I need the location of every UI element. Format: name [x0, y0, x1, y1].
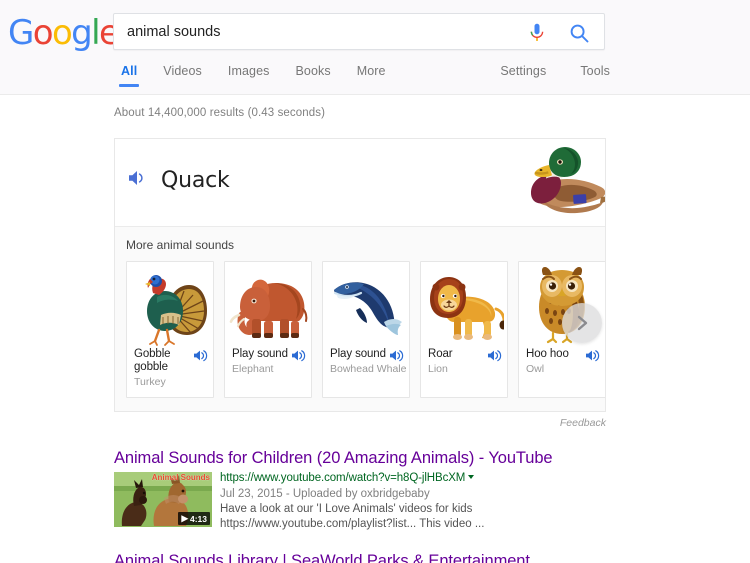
result-date-line: Jul 23, 2015 - Uploaded by oxbridgebaby	[220, 488, 430, 500]
thumbnail-title-overlay: Animal Sounds	[151, 473, 210, 482]
animal-card-body: Gobble gobble Turkey	[127, 348, 213, 388]
mallard-duck-illustration	[519, 143, 605, 232]
animal-card-body: Hoo hoo Owl	[519, 348, 605, 375]
result-url-row: https://www.youtube.com/watch?v=h8Q-jlHB…	[220, 471, 614, 486]
animal-carousel[interactable]: Gobble gobble Turkey Play sound Elephant…	[115, 261, 605, 411]
speaker-icon[interactable]	[127, 168, 149, 193]
nav-tabs: All Videos Images Books More	[118, 60, 412, 87]
tab-videos[interactable]: Videos	[163, 60, 202, 87]
search-result-1: Animal Sounds for Children (20 Amazing A…	[114, 448, 614, 532]
lion-illustration	[421, 262, 507, 348]
turkey-illustration	[127, 262, 213, 348]
animal-card-elephant[interactable]: Play sound Elephant	[224, 261, 312, 398]
nav-right-group: Settings Tools	[466, 60, 610, 87]
tab-more[interactable]: More	[357, 60, 386, 87]
result-title[interactable]: Animal Sounds for Children (20 Amazing A…	[114, 448, 614, 468]
page-header: Google All Videos Images Books More	[0, 0, 750, 95]
speaker-icon[interactable]	[291, 349, 306, 367]
speaker-icon[interactable]	[585, 349, 600, 367]
chevron-down-icon[interactable]	[468, 475, 475, 479]
google-logo[interactable]: Google	[8, 13, 120, 53]
results-stats: About 14,400,000 results (0.43 seconds)	[114, 107, 326, 119]
search-result-2: Animal Sounds Library | SeaWorld Parks &…	[114, 551, 614, 563]
tools-button[interactable]: Tools	[580, 60, 610, 87]
result-snippet: Have a look at our 'I Love Animals' vide…	[220, 503, 485, 530]
settings-button[interactable]: Settings	[500, 60, 546, 87]
logo-letter-o2: o	[51, 13, 73, 53]
result-meta: https://www.youtube.com/watch?v=h8Q-jlHB…	[220, 471, 614, 532]
logo-letter-g2: g	[71, 13, 93, 53]
speaker-icon[interactable]	[487, 349, 502, 367]
logo-letter-l: l	[91, 13, 100, 53]
duration-text: 4:13	[189, 513, 207, 524]
tab-books[interactable]: Books	[295, 60, 330, 87]
animal-card-body: Play sound Bowhead Whale	[323, 348, 409, 375]
more-sounds-section: More animal sounds Gobble gobble Turkey …	[115, 226, 605, 411]
main-content: About 14,400,000 results (0.43 seconds) …	[0, 107, 750, 563]
animal-sound-card: Quack More animal sounds Gobble gobble T…	[114, 138, 606, 412]
more-sounds-title: More animal sounds	[126, 238, 235, 252]
animal-name: Turkey	[134, 376, 166, 388]
animal-card-body: Roar Lion	[421, 348, 507, 375]
result-title[interactable]: Animal Sounds Library | SeaWorld Parks &…	[114, 551, 614, 563]
logo-letter-g1: G	[8, 13, 34, 53]
carousel-next-button[interactable]	[562, 303, 602, 343]
result-body: Animal Sounds ▶ 4:13 https://www.youtube…	[114, 471, 614, 532]
speaker-icon[interactable]	[193, 349, 208, 367]
search-input[interactable]	[127, 14, 527, 49]
result-url[interactable]: https://www.youtube.com/watch?v=h8Q-jlHB…	[220, 472, 465, 484]
chevron-right-icon	[577, 315, 588, 331]
video-thumbnail[interactable]: Animal Sounds ▶ 4:13	[114, 472, 212, 527]
sound-hero: Quack	[115, 139, 605, 226]
play-icon: ▶	[181, 513, 188, 523]
sound-text: Quack	[161, 168, 230, 193]
feedback-link[interactable]: Feedback	[114, 417, 606, 429]
nav-bar: All Videos Images Books More Settings To…	[0, 60, 750, 94]
elephant-illustration	[225, 262, 311, 348]
whale-illustration	[323, 262, 409, 348]
search-icon[interactable]	[569, 23, 590, 44]
animal-card-body: Play sound Elephant	[225, 348, 311, 375]
animal-card-bowhead-whale[interactable]: Play sound Bowhead Whale	[322, 261, 410, 398]
speaker-icon[interactable]	[389, 349, 404, 367]
search-box[interactable]	[113, 13, 605, 50]
tab-images[interactable]: Images	[228, 60, 270, 87]
sound-label-group[interactable]: Quack	[127, 168, 230, 193]
microphone-icon[interactable]	[527, 22, 547, 43]
logo-letter-o1: o	[32, 13, 54, 53]
video-duration-badge: ▶ 4:13	[178, 512, 210, 525]
animal-card-lion[interactable]: Roar Lion	[420, 261, 508, 398]
animal-card-turkey[interactable]: Gobble gobble Turkey	[126, 261, 214, 398]
tab-all[interactable]: All	[118, 60, 140, 87]
